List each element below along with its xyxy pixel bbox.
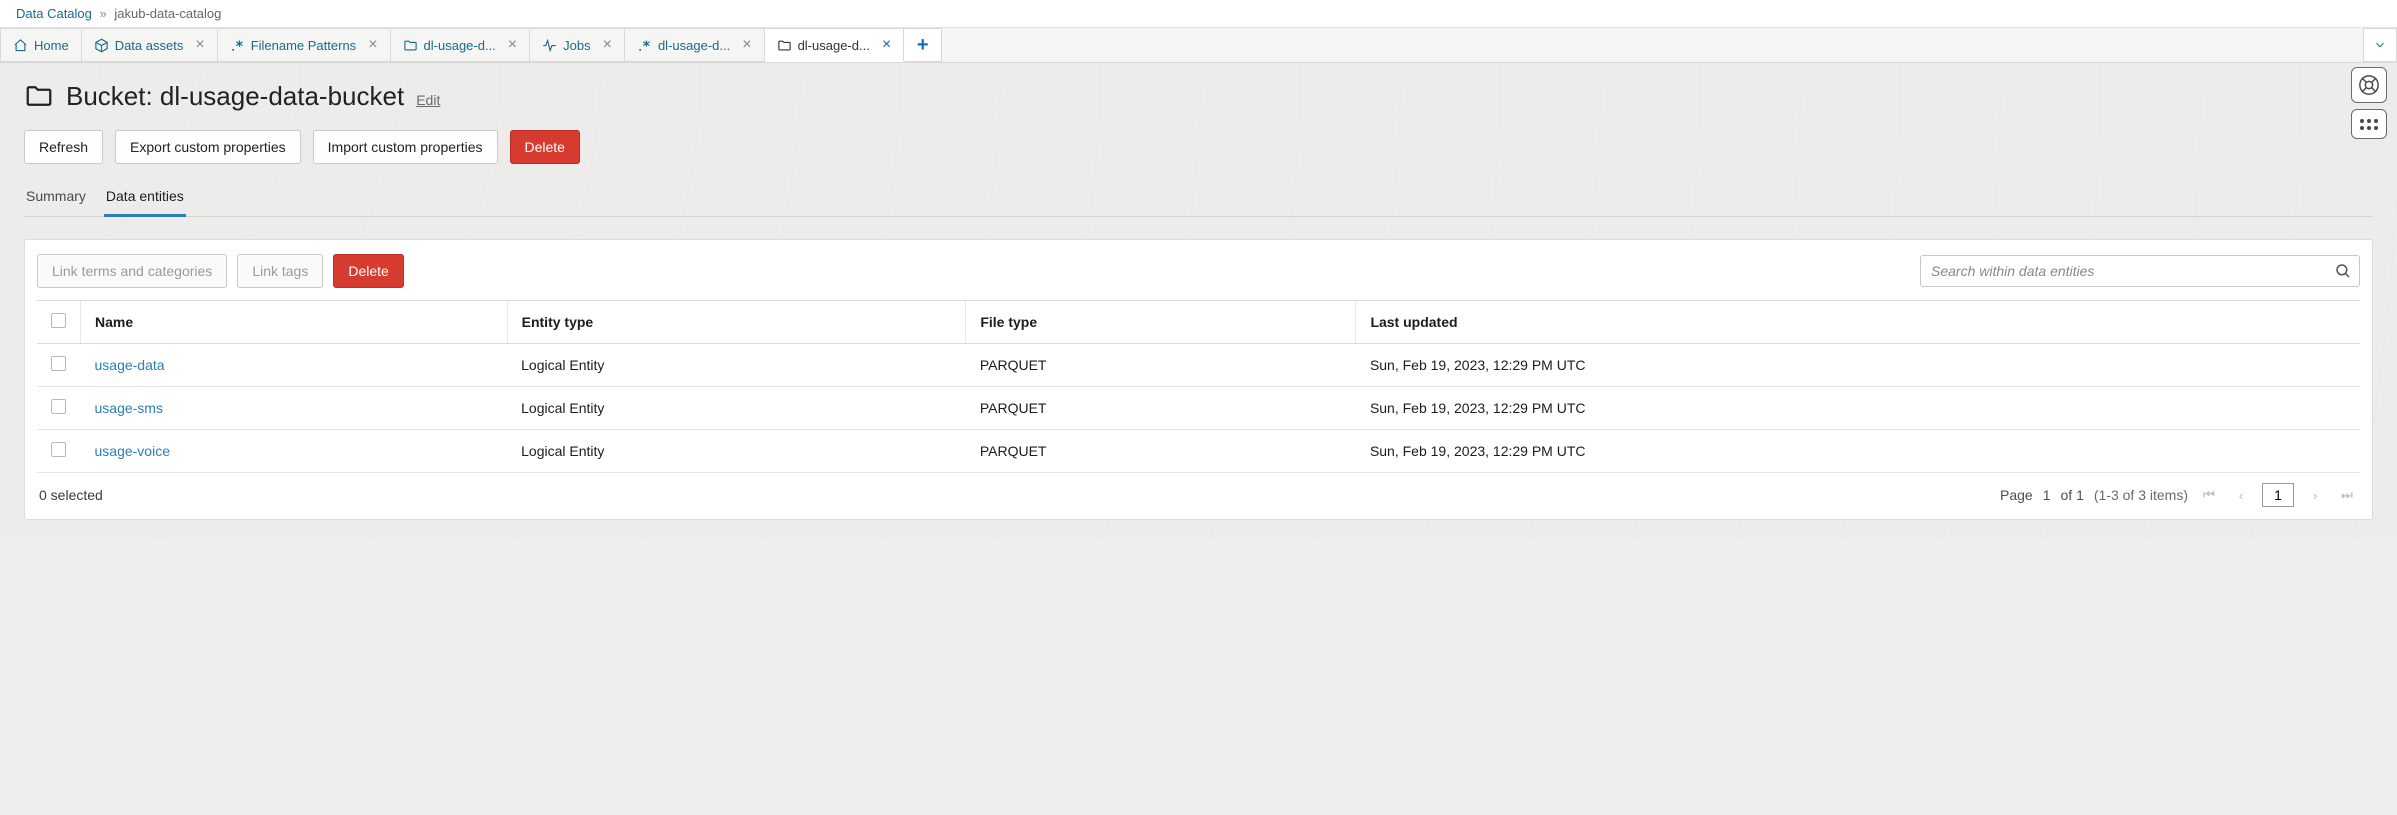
page-current: 1 <box>2043 487 2051 503</box>
folder-icon <box>777 38 792 53</box>
tab-label: Jobs <box>563 38 590 53</box>
tab-label: Data assets <box>115 38 184 53</box>
breadcrumb-sep: » <box>100 6 107 21</box>
table-row: usage-voice Logical EntityPARQUETSun, Feb… <box>37 430 2360 473</box>
row-checkbox[interactable] <box>51 399 66 414</box>
page-last-button[interactable]: ⏭ <box>2336 484 2358 506</box>
page-label: Page <box>2000 487 2033 503</box>
folder-icon <box>403 38 418 53</box>
col-file-type[interactable]: File type <box>966 301 1356 344</box>
edit-link[interactable]: Edit <box>416 92 440 108</box>
link-terms-button[interactable]: Link terms and categories <box>37 254 227 288</box>
pager: Page 1 of 1 (1-3 of 3 items) ⏮ ‹ › ⏭ <box>2000 483 2358 507</box>
col-entity-type[interactable]: Entity type <box>507 301 966 344</box>
cube-icon <box>94 38 109 53</box>
refresh-button[interactable]: Refresh <box>24 130 103 164</box>
page-of: of 1 <box>2061 487 2084 503</box>
panel-toolbar: Link terms and categories Link tags Dele… <box>37 254 2360 288</box>
breadcrumb: Data Catalog » jakub-data-catalog <box>0 0 2397 28</box>
page-next-button[interactable]: › <box>2304 484 2326 506</box>
entities-table: Name Entity type File type Last updated … <box>37 300 2360 473</box>
search-wrap <box>1920 255 2360 287</box>
tab-label: dl-usage-d... <box>424 38 496 53</box>
help-rail <box>2351 67 2387 139</box>
page-first-button[interactable]: ⏮ <box>2198 484 2220 506</box>
top-tab[interactable]: Data assets × <box>82 28 218 62</box>
action-row: Refresh Export custom properties Import … <box>24 130 2373 164</box>
tab-summary[interactable]: Summary <box>24 182 88 216</box>
entity-type-cell: Logical Entity <box>507 430 966 473</box>
help-button[interactable] <box>2351 67 2387 103</box>
close-icon[interactable]: × <box>368 37 377 53</box>
table-footer: 0 selected Page 1 of 1 (1-3 of 3 items) … <box>37 473 2360 509</box>
entity-type-cell: Logical Entity <box>507 344 966 387</box>
tab-label: Filename Patterns <box>251 38 357 53</box>
tab-label: Home <box>34 38 69 53</box>
breadcrumb-current: jakub-data-catalog <box>114 6 221 21</box>
top-tab[interactable]: dl-usage-d... × <box>765 28 905 62</box>
close-icon[interactable]: × <box>603 37 612 53</box>
col-name[interactable]: Name <box>81 301 508 344</box>
apps-button[interactable] <box>2351 109 2387 139</box>
table-row: usage-data Logical EntityPARQUETSun, Feb … <box>37 344 2360 387</box>
tab-data-entities[interactable]: Data entities <box>104 182 186 217</box>
entity-name-link[interactable]: usage-sms <box>95 400 163 416</box>
last-updated-cell: Sun, Feb 19, 2023, 12:29 PM UTC <box>1356 430 2360 473</box>
top-tab[interactable]: Filename Patterns × <box>218 28 391 62</box>
folder-icon <box>24 81 54 114</box>
file-type-cell: PARQUET <box>966 344 1356 387</box>
row-checkbox[interactable] <box>51 356 66 371</box>
page-title: Bucket: dl-usage-data-bucket <box>66 81 404 112</box>
close-icon[interactable]: × <box>195 37 204 53</box>
last-updated-cell: Sun, Feb 19, 2023, 12:29 PM UTC <box>1356 387 2360 430</box>
file-type-cell: PARQUET <box>966 430 1356 473</box>
close-icon[interactable]: × <box>882 37 891 53</box>
row-checkbox[interactable] <box>51 442 66 457</box>
delete-bucket-button[interactable]: Delete <box>510 130 580 164</box>
link-tags-button[interactable]: Link tags <box>237 254 323 288</box>
breadcrumb-root[interactable]: Data Catalog <box>16 6 92 21</box>
top-tab[interactable]: dl-usage-d... × <box>625 28 765 62</box>
pulse-icon <box>542 38 557 53</box>
tab-bar: HomeData assets×Filename Patterns×dl-usa… <box>0 28 2397 63</box>
entity-name-link[interactable]: usage-data <box>95 357 165 373</box>
close-icon[interactable]: × <box>508 37 517 53</box>
tab-label: dl-usage-d... <box>658 38 730 53</box>
home-icon <box>13 38 28 53</box>
new-tab-button[interactable]: + <box>904 28 942 62</box>
top-tab[interactable]: Jobs × <box>530 28 625 62</box>
search-icon <box>2334 262 2352 283</box>
selected-count: 0 selected <box>39 487 103 503</box>
col-last-updated[interactable]: Last updated <box>1356 301 2360 344</box>
page-input[interactable] <box>2262 483 2294 507</box>
import-props-button[interactable]: Import custom properties <box>313 130 498 164</box>
last-updated-cell: Sun, Feb 19, 2023, 12:29 PM UTC <box>1356 344 2360 387</box>
close-icon[interactable]: × <box>742 37 751 53</box>
regex-icon <box>230 38 245 53</box>
entities-panel: Link terms and categories Link tags Dele… <box>24 239 2373 520</box>
top-tab[interactable]: Home <box>0 28 82 62</box>
page-prev-button[interactable]: ‹ <box>2230 484 2252 506</box>
top-tab[interactable]: dl-usage-d... × <box>391 28 531 62</box>
entity-type-cell: Logical Entity <box>507 387 966 430</box>
delete-entities-button[interactable]: Delete <box>333 254 403 288</box>
tab-label: dl-usage-d... <box>798 38 870 53</box>
search-input[interactable] <box>1920 255 2360 287</box>
title-row: Bucket: dl-usage-data-bucket Edit <box>24 81 2373 114</box>
file-type-cell: PARQUET <box>966 387 1356 430</box>
select-all-checkbox[interactable] <box>51 313 66 328</box>
inner-tabs: Summary Data entities <box>24 182 2373 217</box>
tab-overflow-button[interactable] <box>2363 28 2397 62</box>
table-row: usage-sms Logical EntityPARQUETSun, Feb 1… <box>37 387 2360 430</box>
regex-icon <box>637 38 652 53</box>
page-body: Bucket: dl-usage-data-bucket Edit Refres… <box>0 63 2397 538</box>
page-range: (1-3 of 3 items) <box>2094 487 2188 503</box>
export-props-button[interactable]: Export custom properties <box>115 130 301 164</box>
entity-name-link[interactable]: usage-voice <box>95 443 171 459</box>
